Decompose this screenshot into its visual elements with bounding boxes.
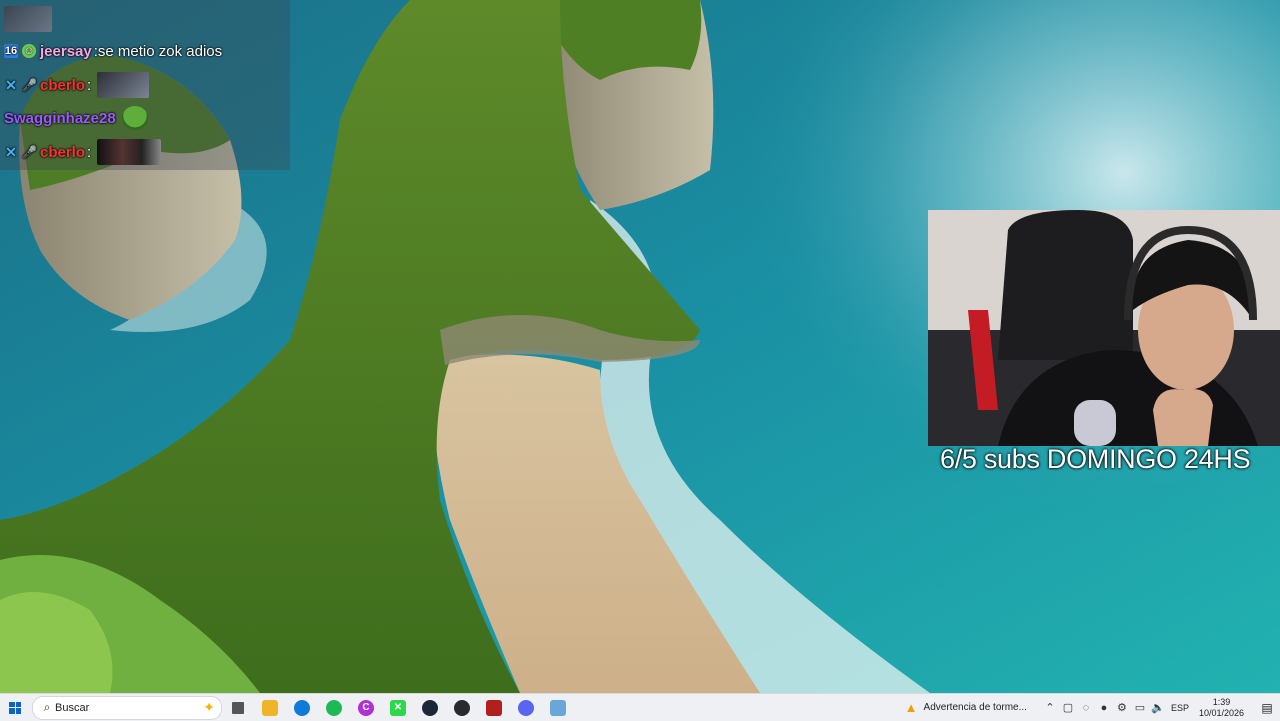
start-button[interactable] [0, 694, 30, 721]
green-app-icon: ✕ [390, 699, 406, 716]
clock[interactable]: 1:39 10/01/2026 [1199, 697, 1244, 719]
photo-emote [97, 72, 150, 98]
chat-avatar-image [4, 6, 52, 32]
voicemeeter-icon [486, 699, 502, 716]
system-tray: ▲ Advertencia de torme... ⌃ ▢ ◌ ● ⚙ ▭ 🔈 … [905, 694, 1280, 721]
search-highlight-icon: ✦ [203, 698, 215, 715]
chat-message-text: se metio zok adios [97, 42, 223, 60]
taskbar-app-spotify[interactable] [318, 694, 350, 721]
dark-emote [97, 139, 162, 165]
taskbar-app-voicemeeter[interactable] [478, 694, 510, 721]
edge-icon [294, 699, 310, 716]
taskbar-app-c[interactable]: C [350, 694, 382, 721]
pepe-emote [121, 106, 148, 130]
tray-settings-icon[interactable]: ⚙ [1114, 701, 1130, 714]
taskbar-app-notepad[interactable] [542, 694, 574, 721]
chevron-up-icon[interactable]: ⌃ [1042, 701, 1058, 714]
volume-icon[interactable]: 🔈 [1150, 701, 1166, 714]
task-view-button[interactable] [222, 694, 254, 721]
chat-username: jeersay [40, 42, 92, 60]
windows-logo-icon [9, 701, 21, 714]
chat-message: ✕ 🎤 cberlo: [4, 72, 150, 98]
tray-app-icon[interactable]: ▢ [1060, 701, 1076, 714]
file-explorer-icon [262, 699, 278, 716]
webcam-feed [928, 210, 1280, 446]
taskbar-app-obs[interactable] [446, 694, 478, 721]
clock-time: 1:39 [1212, 696, 1231, 707]
chat-message: Swagginhaze28 [4, 106, 148, 130]
chat-username: cberlo [40, 143, 86, 161]
chat-message: 16 ☺ jeersay: se metio zok adios [4, 40, 222, 62]
notification-icon[interactable]: ▤ [1254, 701, 1280, 715]
c-app-icon: C [358, 699, 374, 716]
weather-alert-text: Advertencia de torme... [923, 702, 1027, 713]
steam-icon [422, 699, 438, 716]
spotify-icon [326, 699, 342, 716]
tray-sync-icon[interactable]: ◌ [1078, 702, 1094, 714]
language-indicator[interactable]: ESP [1171, 703, 1189, 713]
chat-message: ✕ 🎤 cberlo: [4, 139, 162, 165]
obs-icon [454, 699, 470, 716]
clock-date: 10/01/2026 [1198, 707, 1244, 718]
task-view-icon [232, 701, 244, 714]
mic-badge-icon: 🎤 [22, 145, 37, 159]
chat-username: cberlo [40, 76, 86, 94]
discord-icon [518, 699, 534, 716]
taskbar-app-green[interactable]: ✕ [382, 694, 414, 721]
mic-badge-icon: 🎤 [22, 78, 37, 92]
weather-alert[interactable]: ▲ Advertencia de torme... [905, 700, 1027, 715]
search-icon: ⌕ [43, 700, 51, 714]
warning-icon: ▲ [904, 700, 918, 715]
sub-badge-icon: 16 [4, 44, 18, 58]
network-icon[interactable]: ▭ [1132, 701, 1148, 714]
taskbar-app-discord[interactable] [510, 694, 542, 721]
webcam-image [928, 210, 1280, 446]
chat-colon: : [87, 143, 92, 161]
sword-badge-icon: ✕ [5, 77, 17, 93]
taskbar-app-edge[interactable] [286, 694, 318, 721]
smiley-badge-icon: ☺ [22, 44, 36, 58]
chat-overlay: 16 ☺ jeersay: se metio zok adios ✕ 🎤 cbe… [0, 0, 290, 170]
tray-mic-icon[interactable]: ● [1096, 702, 1112, 714]
taskbar-search[interactable]: ⌕ Buscar ✦ [32, 695, 222, 720]
chat-colon: : [87, 76, 92, 94]
taskbar-app-file-explorer[interactable] [254, 694, 286, 721]
chat-username: Swagginhaze28 [4, 109, 116, 127]
sword-badge-icon: ✕ [5, 144, 17, 160]
taskbar-app-steam[interactable] [414, 694, 446, 721]
notepad-icon [550, 699, 566, 716]
promo-overlay-text: 6/5 subs DOMINGO 24HS [940, 444, 1251, 474]
search-placeholder: Buscar [55, 701, 90, 714]
taskbar: ⌕ Buscar ✦ C ✕ ▲ Advertencia de torme... [0, 693, 1280, 721]
